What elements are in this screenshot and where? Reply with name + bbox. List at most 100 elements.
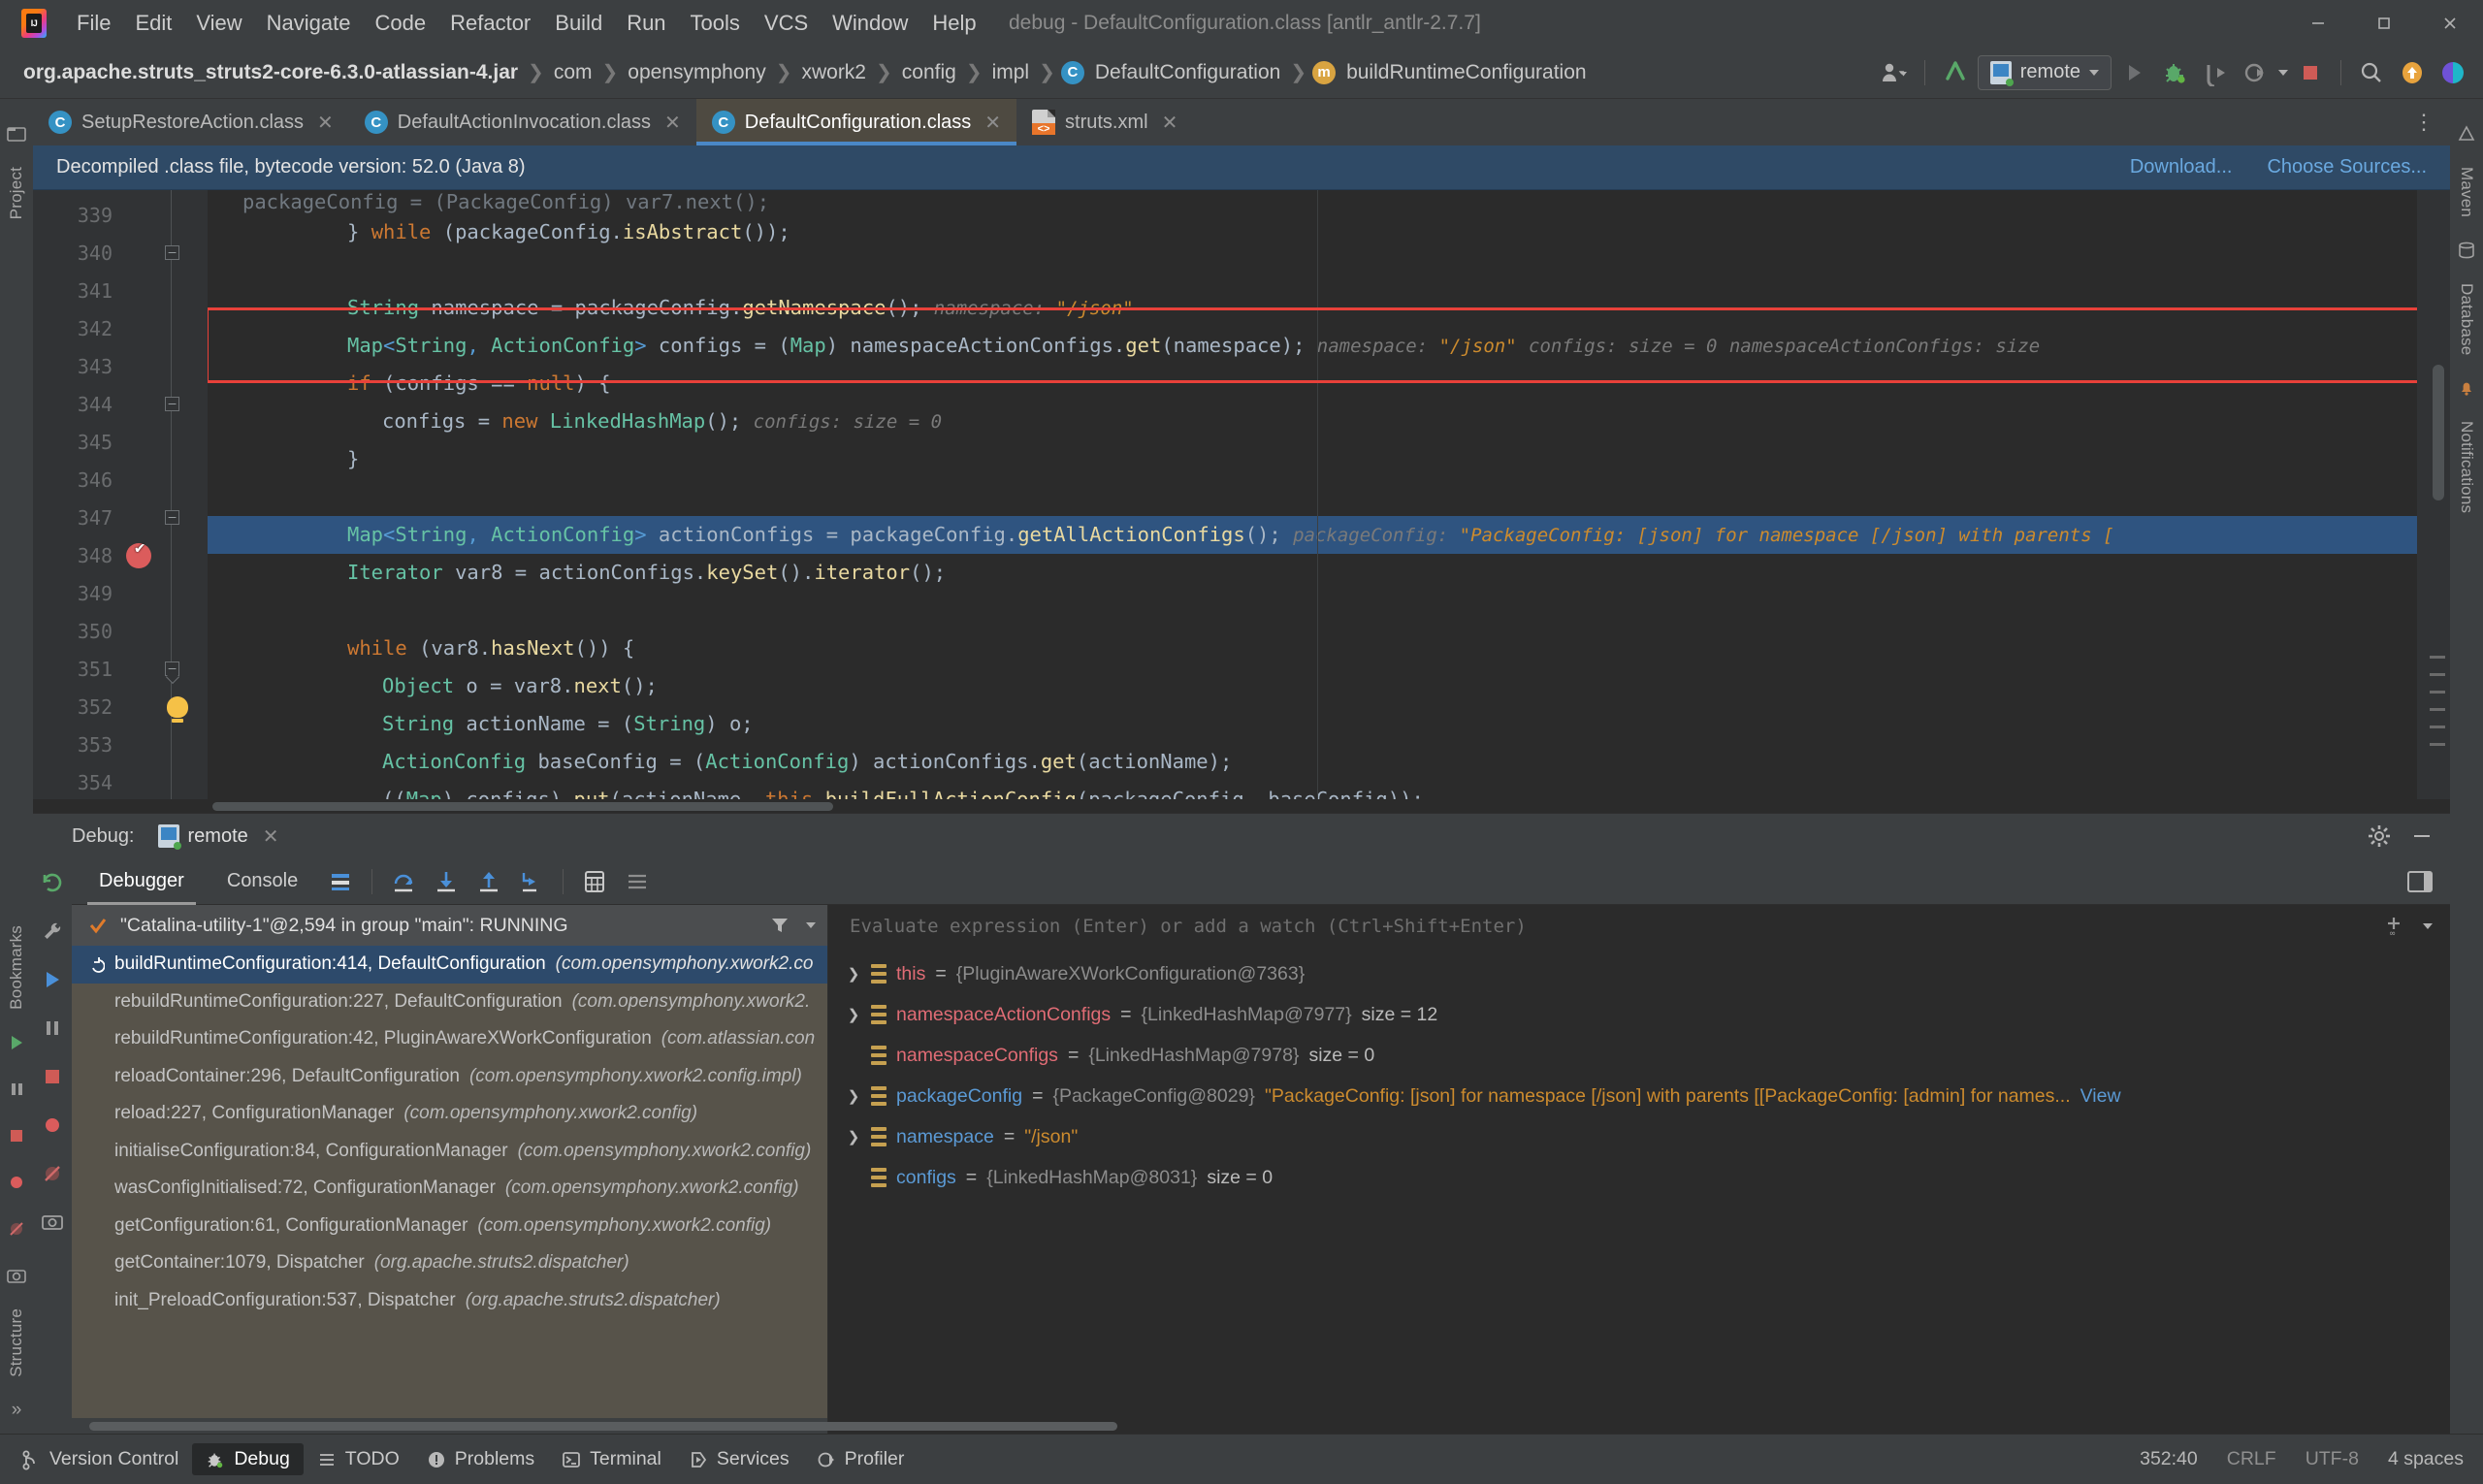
menu-help[interactable]: Help xyxy=(921,6,986,41)
breadcrumb-item-config[interactable]: config xyxy=(898,59,960,86)
gutter-row[interactable]: 354 xyxy=(33,763,208,799)
chevron-down-icon[interactable] xyxy=(2278,69,2288,76)
code-content[interactable]: packageConfig = (PackageConfig) var7.nex… xyxy=(208,190,2417,799)
layout-icon[interactable] xyxy=(324,865,357,898)
code-line[interactable]: if (configs == null) { xyxy=(208,365,2417,403)
code-editor[interactable]: 339 340 341 342 343 344 345 346 347 348 349 350 351 3… xyxy=(33,190,2450,799)
breakpoint-icon[interactable] xyxy=(126,538,151,568)
update-project-icon[interactable] xyxy=(1937,54,1974,91)
close-icon[interactable]: ✕ xyxy=(664,111,681,135)
stack-frame-row[interactable]: wasConfigInitialised:72, ConfigurationMa… xyxy=(72,1170,827,1208)
pause-icon[interactable] xyxy=(2,1075,31,1104)
filter-icon[interactable] xyxy=(769,915,790,936)
fold-marker-end-icon[interactable]: — xyxy=(165,661,179,676)
breadcrumb-item-com[interactable]: com xyxy=(550,59,597,86)
breakpoints-icon[interactable] xyxy=(2,1168,31,1197)
gutter-row[interactable]: 342 xyxy=(33,309,208,347)
code-line[interactable]: Iterator var8 = actionConfigs.keySet().i… xyxy=(208,554,2417,592)
thread-selector[interactable]: "Catalina-utility-1"@2,594 in group "mai… xyxy=(72,905,827,946)
user-account-icon[interactable] xyxy=(1876,54,1913,91)
menu-navigate[interactable]: Navigate xyxy=(256,6,362,41)
evaluate-expression-bar[interactable]: Evaluate expression (Enter) or add a wat… xyxy=(828,905,2450,948)
chevron-right-icon[interactable]: ❯ xyxy=(846,965,861,983)
caret-position[interactable]: 352:40 xyxy=(2140,1448,2198,1470)
tab-debugger[interactable]: Debugger xyxy=(78,858,206,905)
file-encoding[interactable]: UTF-8 xyxy=(2306,1448,2359,1470)
download-sources-link[interactable]: Download... xyxy=(2130,156,2233,178)
editor-horizontal-scrollbar[interactable] xyxy=(33,799,2450,813)
resume-program-icon[interactable] xyxy=(38,965,67,994)
frames-horizontal-scrollbar[interactable] xyxy=(72,1418,1117,1434)
sidebar-item-maven[interactable]: Maven xyxy=(2457,157,2476,227)
breadcrumb-item-xwork2[interactable]: xwork2 xyxy=(797,59,870,86)
stop-program-icon[interactable] xyxy=(38,1062,67,1091)
breadcrumb-item-jar[interactable]: org.apache.struts_struts2-core-6.3.0-atl… xyxy=(19,59,522,86)
pause-program-icon[interactable] xyxy=(38,1014,67,1043)
variable-row[interactable]: ❯ namespace = "/json" xyxy=(828,1116,2450,1157)
breadcrumb-item-opensymphony[interactable]: opensymphony xyxy=(624,59,769,86)
sidebar-item-structure[interactable]: Structure xyxy=(7,1299,26,1387)
chevron-down-icon[interactable] xyxy=(2423,923,2433,929)
variable-row[interactable]: ❯ packageConfig = {PackageConfig@8029} "P… xyxy=(828,1076,2450,1116)
evaluate-expression-icon[interactable] xyxy=(578,865,611,898)
tab-default-configuration[interactable]: C DefaultConfiguration.class ✕ xyxy=(695,99,1017,145)
debug-resume-icon[interactable] xyxy=(2,1028,31,1057)
editor-gutter[interactable]: 339 340 341 342 343 344 345 346 347 348 349 350 351 3… xyxy=(33,190,208,799)
status-services[interactable]: Services xyxy=(675,1443,803,1475)
gutter-marks[interactable] xyxy=(118,538,208,568)
more-tools-icon[interactable]: » xyxy=(2,1396,31,1425)
debug-icon[interactable] xyxy=(2156,54,2193,91)
mute-breakpoints-icon[interactable] xyxy=(38,1159,67,1188)
settings-wrench-icon[interactable] xyxy=(38,917,67,946)
tab-console[interactable]: Console xyxy=(206,858,319,905)
indent-setting[interactable]: 4 spaces xyxy=(2388,1448,2464,1470)
editor-marker-bar[interactable] xyxy=(2417,190,2450,799)
menu-build[interactable]: Build xyxy=(544,6,613,41)
chevron-right-icon[interactable]: ❯ xyxy=(846,1087,861,1105)
close-icon[interactable]: ✕ xyxy=(263,824,279,849)
menu-refactor[interactable]: Refactor xyxy=(439,6,541,41)
ai-assistant-icon[interactable] xyxy=(2435,54,2471,91)
variable-row[interactable]: ❯ namespaceConfigs = {LinkedHashMap@7978}… xyxy=(828,1035,2450,1076)
stack-frame-row[interactable]: buildRuntimeConfiguration:414, DefaultCo… xyxy=(72,946,827,984)
gutter-row[interactable]: 349 xyxy=(33,574,208,612)
close-icon[interactable]: ✕ xyxy=(1162,111,1178,135)
mute-breakpoints-icon[interactable] xyxy=(2,1214,31,1243)
intention-bulb-icon[interactable] xyxy=(167,695,188,723)
close-button[interactable] xyxy=(2417,0,2483,47)
tab-options-icon[interactable]: ⋮ xyxy=(2398,99,2450,145)
fold-marker-icon[interactable]: — xyxy=(165,245,179,260)
choose-sources-link[interactable]: Choose Sources... xyxy=(2267,156,2427,178)
status-profiler[interactable]: Profiler xyxy=(803,1443,919,1475)
settings-filter-icon[interactable] xyxy=(621,865,654,898)
variable-row[interactable]: ❯ namespaceActionConfigs = {LinkedHashMap… xyxy=(828,994,2450,1035)
minimize-icon[interactable] xyxy=(2409,823,2435,849)
gear-icon[interactable] xyxy=(2367,823,2392,849)
gutter-row[interactable]: 341 xyxy=(33,272,208,309)
code-line[interactable]: configs = new LinkedHashMap(); configs: … xyxy=(208,403,2417,440)
add-watch-icon[interactable]: ∞ xyxy=(2382,915,2405,938)
step-into-icon[interactable] xyxy=(430,865,463,898)
gutter-row[interactable]: 344 xyxy=(33,385,208,423)
gutter-row[interactable]: 353 xyxy=(33,726,208,763)
gutter-row[interactable]: 339 xyxy=(33,196,208,234)
sidebar-item-database[interactable]: Database xyxy=(2457,274,2476,365)
code-line[interactable] xyxy=(208,251,2417,289)
chevron-right-icon[interactable]: ❯ xyxy=(846,1006,861,1023)
gutter-row[interactable]: 351 xyxy=(33,650,208,688)
variable-row[interactable]: ❯ configs = {LinkedHashMap@8031} size = 0 xyxy=(828,1157,2450,1198)
stack-frame-row[interactable]: init_PreloadConfiguration:537, Dispatche… xyxy=(72,1282,827,1320)
status-debug[interactable]: Debug xyxy=(192,1443,304,1475)
notifications-bell-icon[interactable] xyxy=(2452,373,2481,403)
gutter-row[interactable]: 346 xyxy=(33,461,208,499)
tab-struts-xml[interactable]: <> struts.xml ✕ xyxy=(1016,99,1193,145)
status-terminal[interactable]: Terminal xyxy=(548,1443,675,1475)
gutter-marks[interactable] xyxy=(118,695,208,723)
tab-setup-restore-action[interactable]: C SetupRestoreAction.class ✕ xyxy=(33,99,349,145)
gutter-row[interactable]: 348 xyxy=(33,536,208,574)
run-icon[interactable] xyxy=(2115,54,2152,91)
code-line[interactable]: while (var8.hasNext()) { xyxy=(208,629,2417,667)
step-over-icon[interactable] xyxy=(387,865,420,898)
code-line[interactable] xyxy=(208,478,2417,516)
attach-debugger-icon[interactable] xyxy=(2197,54,2234,91)
